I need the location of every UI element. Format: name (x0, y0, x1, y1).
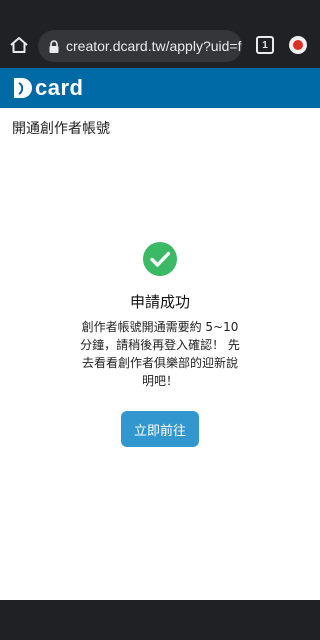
logo-text: card (35, 75, 84, 100)
page-title: 開通創作者帳號 (12, 121, 110, 137)
dcard-logo[interactable]: card (12, 74, 83, 102)
success-heading: 申請成功 (129, 293, 190, 311)
go-now-button[interactable]: 立即前往 (121, 411, 199, 447)
status-bar (0, 0, 320, 24)
dcard-logo-d-icon (14, 78, 32, 98)
success-message: 創作者帳號開通需要約 5~10 分鐘，請稍後再登入確認！ 先去看看創作者俱樂部的… (80, 320, 240, 388)
site-header: card (0, 68, 320, 108)
browser-toolbar: creator.dcard.tw/apply?uid=f 1 (0, 24, 320, 68)
address-bar[interactable]: creator.dcard.tw/apply?uid=f (38, 30, 242, 62)
profile-badge (293, 40, 303, 50)
check-circle-icon (143, 242, 177, 276)
home-icon[interactable] (8, 34, 30, 56)
tab-count: 1 (262, 39, 268, 51)
lock-icon (48, 39, 60, 53)
profile-icon[interactable] (289, 36, 307, 54)
url-text: creator.dcard.tw/apply?uid=f (66, 38, 242, 54)
tab-switcher-icon[interactable]: 1 (256, 36, 274, 54)
navigation-bar (0, 600, 320, 640)
